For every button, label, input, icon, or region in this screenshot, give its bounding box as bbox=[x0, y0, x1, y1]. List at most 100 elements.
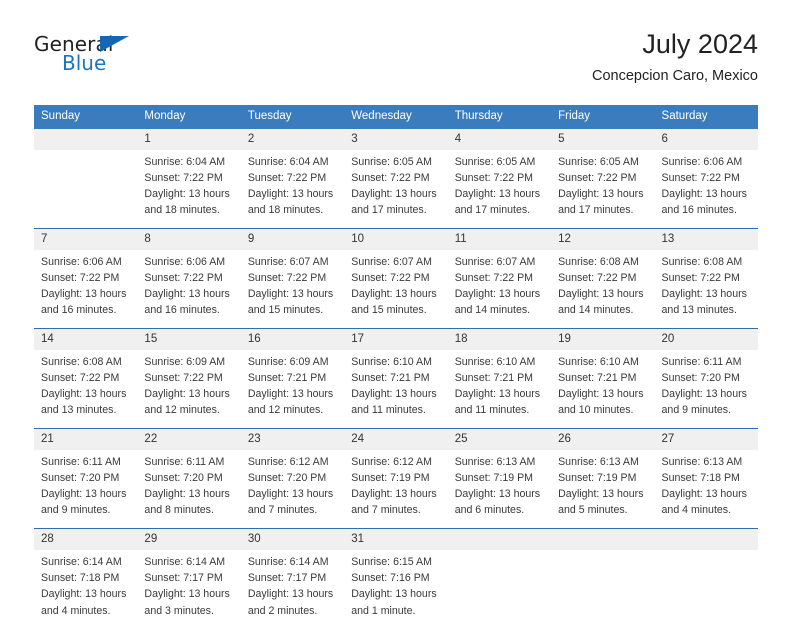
day-number[interactable]: 8 bbox=[137, 227, 241, 250]
day-number[interactable]: 26 bbox=[551, 428, 655, 451]
calendar-page: General Blue July 2024 Concepcion Caro, … bbox=[0, 0, 792, 629]
weekday-header-saturday: Saturday bbox=[654, 105, 758, 129]
day-number[interactable]: 10 bbox=[344, 227, 448, 250]
day-cell[interactable]: Sunrise: 6:11 AM Sunset: 7:20 PM Dayligh… bbox=[654, 349, 758, 429]
day-cell[interactable]: Sunrise: 6:06 AM Sunset: 7:22 PM Dayligh… bbox=[34, 249, 138, 329]
day-number[interactable]: 17 bbox=[344, 328, 448, 350]
sunrise-text: Sunrise: 6:13 AM bbox=[661, 456, 743, 469]
sunset-text: Sunset: 7:22 PM bbox=[558, 271, 637, 284]
day-number[interactable]: 11 bbox=[447, 227, 552, 250]
day-number[interactable]: 13 bbox=[654, 227, 758, 250]
day-number bbox=[34, 128, 138, 150]
daylight-text: Daylight: 13 hours and 1 minute. bbox=[351, 588, 437, 617]
day-number[interactable]: 15 bbox=[137, 328, 241, 350]
day-cell[interactable]: Sunrise: 6:07 AM Sunset: 7:22 PM Dayligh… bbox=[344, 249, 448, 329]
title-block: July 2024 Concepcion Caro, Mexico bbox=[591, 29, 758, 85]
day-cell[interactable]: Sunrise: 6:13 AM Sunset: 7:19 PM Dayligh… bbox=[551, 450, 655, 529]
day-cell[interactable]: Sunrise: 6:07 AM Sunset: 7:22 PM Dayligh… bbox=[447, 249, 552, 329]
day-cell[interactable]: Sunrise: 6:14 AM Sunset: 7:18 PM Dayligh… bbox=[34, 550, 138, 629]
day-cell[interactable]: Sunrise: 6:14 AM Sunset: 7:17 PM Dayligh… bbox=[137, 550, 241, 629]
day-number[interactable]: 23 bbox=[240, 428, 345, 451]
general-blue-logo[interactable]: General Blue bbox=[34, 34, 214, 86]
sunset-text: Sunset: 7:21 PM bbox=[454, 372, 534, 385]
day-number[interactable]: 6 bbox=[654, 128, 758, 150]
day-number[interactable]: 3 bbox=[344, 128, 448, 150]
day-cell[interactable]: Sunrise: 6:05 AM Sunset: 7:22 PM Dayligh… bbox=[447, 149, 552, 229]
daylight-text: Daylight: 13 hours and 12 minutes. bbox=[144, 388, 230, 417]
day-cell[interactable]: Sunrise: 6:11 AM Sunset: 7:20 PM Dayligh… bbox=[34, 450, 138, 529]
sunrise-text: Sunrise: 6:10 AM bbox=[454, 355, 536, 368]
sunset-text: Sunset: 7:22 PM bbox=[351, 271, 430, 284]
day-cell[interactable]: Sunrise: 6:07 AM Sunset: 7:22 PM Dayligh… bbox=[240, 249, 345, 329]
day-cell[interactable]: Sunrise: 6:10 AM Sunset: 7:21 PM Dayligh… bbox=[344, 349, 448, 429]
day-number[interactable]: 30 bbox=[240, 528, 345, 551]
day-cell[interactable]: Sunrise: 6:10 AM Sunset: 7:21 PM Dayligh… bbox=[447, 349, 552, 429]
day-number[interactable]: 1 bbox=[137, 128, 241, 150]
day-cell[interactable]: Sunrise: 6:06 AM Sunset: 7:22 PM Dayligh… bbox=[137, 249, 241, 329]
day-cell[interactable]: Sunrise: 6:11 AM Sunset: 7:20 PM Dayligh… bbox=[137, 450, 241, 529]
day-number[interactable]: 19 bbox=[551, 328, 655, 350]
day-cell[interactable]: Sunrise: 6:04 AM Sunset: 7:22 PM Dayligh… bbox=[137, 149, 241, 229]
day-number[interactable]: 24 bbox=[344, 428, 448, 451]
sunset-text: Sunset: 7:22 PM bbox=[661, 171, 740, 184]
day-number[interactable]: 4 bbox=[447, 128, 552, 150]
daylight-text: Daylight: 13 hours and 7 minutes. bbox=[247, 488, 334, 517]
sunset-text: Sunset: 7:18 PM bbox=[41, 572, 120, 585]
day-number[interactable]: 20 bbox=[654, 328, 758, 350]
day-cell[interactable]: Sunrise: 6:09 AM Sunset: 7:21 PM Dayligh… bbox=[240, 349, 345, 429]
page-subtitle: Concepcion Caro, Mexico bbox=[591, 67, 758, 84]
day-cell[interactable]: Sunrise: 6:14 AM Sunset: 7:17 PM Dayligh… bbox=[240, 550, 345, 629]
day-number[interactable]: 22 bbox=[137, 428, 241, 451]
day-cell bbox=[551, 550, 655, 629]
day-number[interactable]: 12 bbox=[551, 227, 655, 250]
day-cell[interactable]: Sunrise: 6:13 AM Sunset: 7:18 PM Dayligh… bbox=[654, 450, 758, 529]
day-number[interactable]: 25 bbox=[447, 428, 552, 451]
day-number[interactable]: 16 bbox=[240, 328, 345, 350]
day-number[interactable]: 14 bbox=[34, 328, 138, 350]
day-number[interactable]: 27 bbox=[654, 428, 758, 451]
day-cell[interactable]: Sunrise: 6:13 AM Sunset: 7:19 PM Dayligh… bbox=[447, 450, 552, 529]
sunrise-text: Sunrise: 6:09 AM bbox=[247, 355, 329, 368]
daylight-text: Daylight: 13 hours and 6 minutes. bbox=[454, 488, 541, 517]
day-cell[interactable]: Sunrise: 6:12 AM Sunset: 7:19 PM Dayligh… bbox=[344, 450, 448, 529]
sunrise-text: Sunrise: 6:13 AM bbox=[558, 456, 639, 469]
week-number-row: 28 29 30 31 bbox=[34, 528, 758, 551]
daylight-text: Daylight: 13 hours and 18 minutes. bbox=[247, 187, 334, 216]
sunset-text: Sunset: 7:22 PM bbox=[144, 171, 223, 184]
day-number bbox=[447, 528, 552, 551]
daylight-text: Daylight: 13 hours and 16 minutes. bbox=[661, 187, 747, 216]
daylight-text: Daylight: 13 hours and 5 minutes. bbox=[558, 488, 644, 517]
day-number[interactable]: 5 bbox=[551, 128, 655, 150]
day-cell[interactable]: Sunrise: 6:09 AM Sunset: 7:22 PM Dayligh… bbox=[137, 349, 241, 429]
sunrise-text: Sunrise: 6:10 AM bbox=[351, 355, 432, 368]
day-cell[interactable]: Sunrise: 6:10 AM Sunset: 7:21 PM Dayligh… bbox=[551, 349, 655, 429]
sunrise-text: Sunrise: 6:10 AM bbox=[558, 355, 639, 368]
day-number[interactable]: 18 bbox=[447, 328, 552, 350]
day-cell[interactable]: Sunrise: 6:05 AM Sunset: 7:22 PM Dayligh… bbox=[344, 149, 448, 229]
day-cell[interactable]: Sunrise: 6:05 AM Sunset: 7:22 PM Dayligh… bbox=[551, 149, 655, 229]
sunrise-text: Sunrise: 6:05 AM bbox=[558, 155, 639, 168]
day-number[interactable]: 21 bbox=[34, 428, 138, 451]
sunset-text: Sunset: 7:17 PM bbox=[144, 572, 223, 585]
sunset-text: Sunset: 7:18 PM bbox=[661, 472, 740, 485]
day-number[interactable]: 2 bbox=[240, 128, 345, 150]
day-number[interactable]: 29 bbox=[137, 528, 241, 551]
sunrise-text: Sunrise: 6:12 AM bbox=[351, 456, 432, 469]
day-cell[interactable]: Sunrise: 6:08 AM Sunset: 7:22 PM Dayligh… bbox=[34, 349, 138, 429]
daylight-text: Daylight: 13 hours and 9 minutes. bbox=[661, 388, 747, 417]
day-number[interactable]: 28 bbox=[34, 528, 138, 551]
week-detail-row: Sunrise: 6:06 AM Sunset: 7:22 PM Dayligh… bbox=[34, 249, 758, 329]
day-cell[interactable]: Sunrise: 6:12 AM Sunset: 7:20 PM Dayligh… bbox=[240, 450, 345, 529]
day-cell[interactable]: Sunrise: 6:08 AM Sunset: 7:22 PM Dayligh… bbox=[654, 249, 758, 329]
day-number bbox=[654, 528, 758, 551]
day-number[interactable]: 9 bbox=[240, 227, 345, 250]
day-number[interactable]: 31 bbox=[344, 528, 448, 551]
day-cell[interactable]: Sunrise: 6:04 AM Sunset: 7:22 PM Dayligh… bbox=[240, 149, 345, 229]
day-number[interactable]: 7 bbox=[34, 227, 138, 250]
day-cell[interactable]: Sunrise: 6:15 AM Sunset: 7:16 PM Dayligh… bbox=[344, 550, 448, 629]
sunrise-text: Sunrise: 6:04 AM bbox=[247, 155, 329, 168]
calendar-grid: Sunday Monday Tuesday Wednesday Thursday… bbox=[34, 105, 758, 629]
day-cell[interactable]: Sunrise: 6:06 AM Sunset: 7:22 PM Dayligh… bbox=[654, 149, 758, 229]
daylight-text: Daylight: 13 hours and 13 minutes. bbox=[661, 287, 747, 317]
day-cell[interactable]: Sunrise: 6:08 AM Sunset: 7:22 PM Dayligh… bbox=[551, 249, 655, 329]
